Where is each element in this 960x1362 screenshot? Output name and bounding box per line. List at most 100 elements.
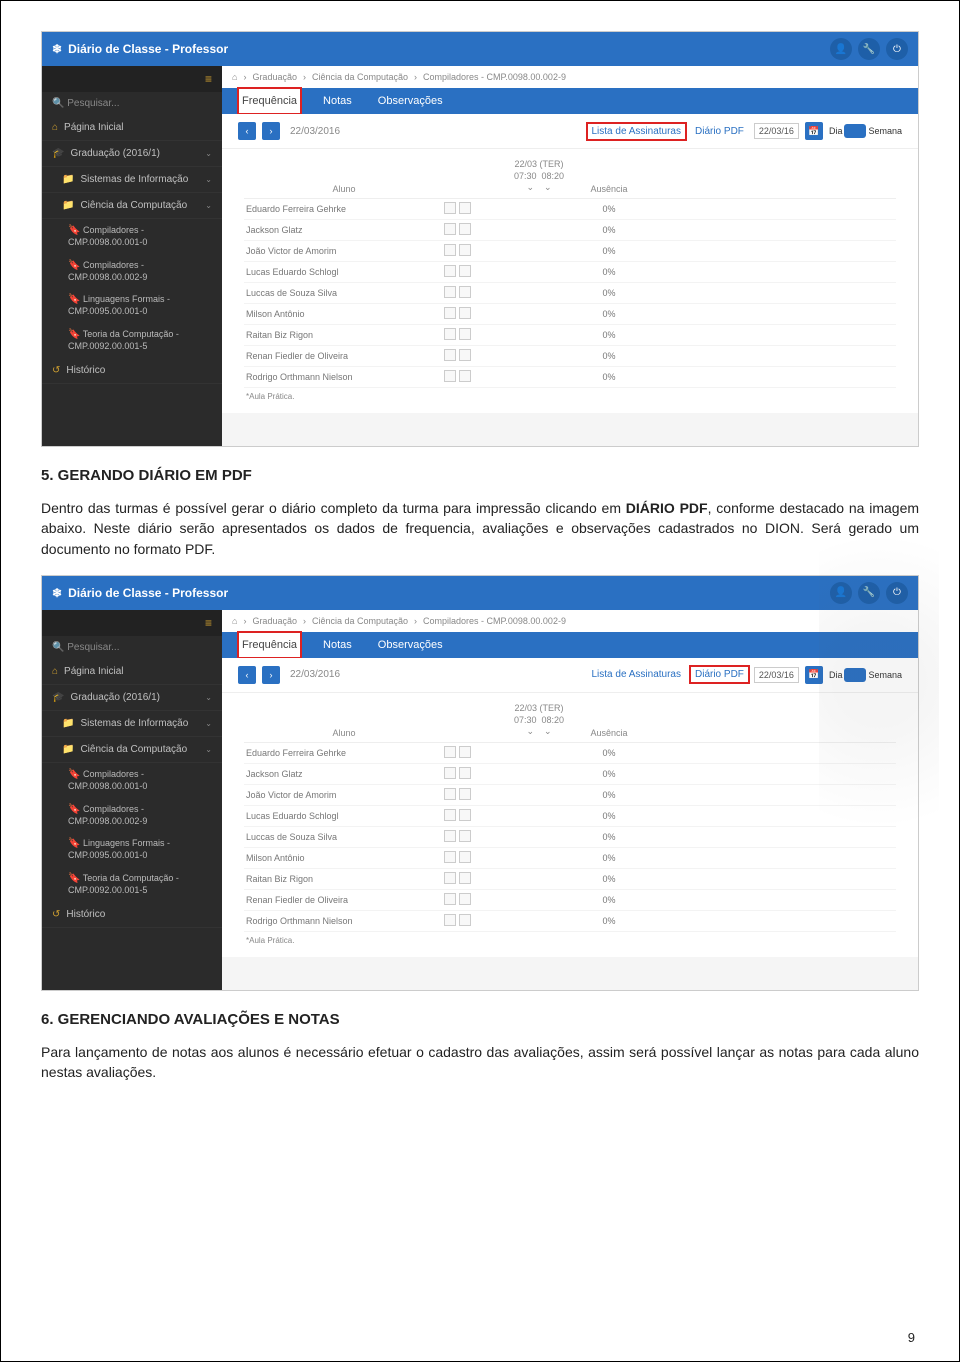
- sidebar-sub-3[interactable]: 🔖 Teoria da Computação - CMP.0092.00.001…: [42, 323, 222, 358]
- schedule-icon[interactable]: [459, 307, 471, 319]
- schedule-icon[interactable]: [459, 244, 471, 256]
- hamburger-icon[interactable]: ≡: [42, 610, 222, 636]
- schedule-icon[interactable]: [459, 851, 471, 863]
- schedule-icon[interactable]: [459, 286, 471, 298]
- tab-notas[interactable]: Notas: [319, 88, 356, 114]
- calendar-icon[interactable]: 📅: [805, 122, 823, 140]
- breadcrumb-item[interactable]: Compiladores - CMP.0098.00.002-9: [423, 616, 566, 626]
- sidebar-home[interactable]: ⌂Página Inicial: [42, 659, 222, 685]
- schedule-icon[interactable]: [459, 370, 471, 382]
- sidebar-sub-0[interactable]: 🔖 Compiladores - CMP.0098.00.001-0: [42, 219, 222, 254]
- lista-assinaturas-button[interactable]: Lista de Assinaturas: [588, 667, 686, 682]
- schedule-icon[interactable]: [459, 767, 471, 779]
- note-icon[interactable]: [444, 914, 456, 926]
- user-icon[interactable]: 👤: [830, 582, 852, 604]
- tab-observacoes[interactable]: Observações: [374, 632, 447, 658]
- sidebar-sub-2[interactable]: 🔖 Linguagens Formais - CMP.0095.00.001-0: [42, 832, 222, 867]
- sidebar-sub-1[interactable]: 🔖 Compiladores - CMP.0098.00.002-9: [42, 254, 222, 289]
- col-aluno: Aluno: [244, 728, 444, 738]
- toggle-dia-label: Dia: [829, 126, 843, 136]
- breadcrumb-item[interactable]: Ciência da Computação: [312, 616, 408, 626]
- table-row: Rodrigo Orthmann Nielson0%: [244, 911, 896, 932]
- next-day-button[interactable]: ›: [262, 122, 280, 140]
- view-toggle[interactable]: [844, 668, 866, 682]
- sidebar-sub-3[interactable]: 🔖 Teoria da Computação - CMP.0092.00.001…: [42, 867, 222, 902]
- diario-pdf-button[interactable]: Diário PDF: [691, 667, 748, 682]
- sidebar-historico[interactable]: ↺Histórico: [42, 902, 222, 928]
- prev-day-button[interactable]: ‹: [238, 122, 256, 140]
- lista-assinaturas-button[interactable]: Lista de Assinaturas: [588, 124, 686, 139]
- sidebar-sistemas[interactable]: 📁Sistemas de Informação⌄: [42, 711, 222, 737]
- breadcrumb-item[interactable]: Graduação: [252, 72, 297, 82]
- note-icon[interactable]: [444, 788, 456, 800]
- schedule-icon[interactable]: [459, 872, 471, 884]
- sidebar-sub-1[interactable]: 🔖 Compiladores - CMP.0098.00.002-9: [42, 798, 222, 833]
- schedule-icon[interactable]: [459, 328, 471, 340]
- sidebar-home[interactable]: ⌂Página Inicial: [42, 115, 222, 141]
- note-icon[interactable]: [444, 244, 456, 256]
- sidebar-graduacao[interactable]: 🎓Graduação (2016/1)⌄: [42, 685, 222, 711]
- sidebar-sub-2[interactable]: 🔖 Linguagens Formais - CMP.0095.00.001-0: [42, 288, 222, 323]
- sidebar-ciencia[interactable]: 📁Ciência da Computação⌄: [42, 737, 222, 763]
- date-input[interactable]: 22/03/16: [754, 667, 799, 683]
- note-icon[interactable]: [444, 809, 456, 821]
- breadcrumb-item[interactable]: Compiladores - CMP.0098.00.002-9: [423, 72, 566, 82]
- note-icon[interactable]: [444, 223, 456, 235]
- table-row: Rodrigo Orthmann Nielson0%: [244, 367, 896, 388]
- tab-frequencia[interactable]: Frequência: [238, 88, 301, 114]
- table-row: Renan Fiedler de Oliveira0%: [244, 346, 896, 367]
- note-icon[interactable]: [444, 286, 456, 298]
- schedule-icon[interactable]: [459, 893, 471, 905]
- schedule-icon[interactable]: [459, 914, 471, 926]
- search-input[interactable]: 🔍 Pesquisar...: [42, 92, 222, 115]
- schedule-icon[interactable]: [459, 223, 471, 235]
- tab-notas[interactable]: Notas: [319, 632, 356, 658]
- sidebar-ciencia[interactable]: 📁Ciência da Computação⌄: [42, 193, 222, 219]
- sidebar-historico[interactable]: ↺Histórico: [42, 358, 222, 384]
- note-icon[interactable]: [444, 349, 456, 361]
- sidebar-sistemas[interactable]: 📁Sistemas de Informação⌄: [42, 167, 222, 193]
- tab-frequencia[interactable]: Frequência: [238, 632, 301, 658]
- diario-pdf-button[interactable]: Diário PDF: [691, 124, 748, 139]
- settings-icon[interactable]: 🔧: [858, 38, 880, 60]
- tab-observacoes[interactable]: Observações: [374, 88, 447, 114]
- settings-icon[interactable]: 🔧: [858, 582, 880, 604]
- note-icon[interactable]: [444, 370, 456, 382]
- breadcrumb-item[interactable]: Ciência da Computação: [312, 72, 408, 82]
- breadcrumb-home-icon[interactable]: ⌂: [232, 616, 237, 626]
- sidebar-sub-0[interactable]: 🔖 Compiladores - CMP.0098.00.001-0: [42, 763, 222, 798]
- search-input[interactable]: 🔍 Pesquisar...: [42, 636, 222, 659]
- view-toggle[interactable]: [844, 124, 866, 138]
- schedule-icon[interactable]: [459, 349, 471, 361]
- note-icon[interactable]: [444, 328, 456, 340]
- bookmark-icon: 🔖: [68, 294, 80, 305]
- power-icon[interactable]: ⏻: [886, 38, 908, 60]
- note-icon[interactable]: [444, 893, 456, 905]
- schedule-icon[interactable]: [459, 746, 471, 758]
- schedule-icon[interactable]: [459, 265, 471, 277]
- note-icon[interactable]: [444, 202, 456, 214]
- note-icon[interactable]: [444, 307, 456, 319]
- note-icon[interactable]: [444, 872, 456, 884]
- student-name: Lucas Eduardo Schlogl: [244, 811, 444, 821]
- date-input[interactable]: 22/03/16: [754, 123, 799, 139]
- breadcrumb-home-icon[interactable]: ⌂: [232, 72, 237, 82]
- power-icon[interactable]: ⏻: [886, 582, 908, 604]
- prev-day-button[interactable]: ‹: [238, 666, 256, 684]
- note-icon[interactable]: [444, 746, 456, 758]
- schedule-icon[interactable]: [459, 830, 471, 842]
- note-icon[interactable]: [444, 265, 456, 277]
- breadcrumb-item[interactable]: Graduação: [252, 616, 297, 626]
- sidebar-graduacao[interactable]: 🎓Graduação (2016/1)⌄: [42, 141, 222, 167]
- calendar-icon[interactable]: 📅: [805, 666, 823, 684]
- schedule-icon[interactable]: [459, 202, 471, 214]
- note-icon[interactable]: [444, 830, 456, 842]
- table-row: Lucas Eduardo Schlogl0%: [244, 806, 896, 827]
- schedule-icon[interactable]: [459, 788, 471, 800]
- note-icon[interactable]: [444, 767, 456, 779]
- schedule-icon[interactable]: [459, 809, 471, 821]
- next-day-button[interactable]: ›: [262, 666, 280, 684]
- hamburger-icon[interactable]: ≡: [42, 66, 222, 92]
- note-icon[interactable]: [444, 851, 456, 863]
- user-icon[interactable]: 👤: [830, 38, 852, 60]
